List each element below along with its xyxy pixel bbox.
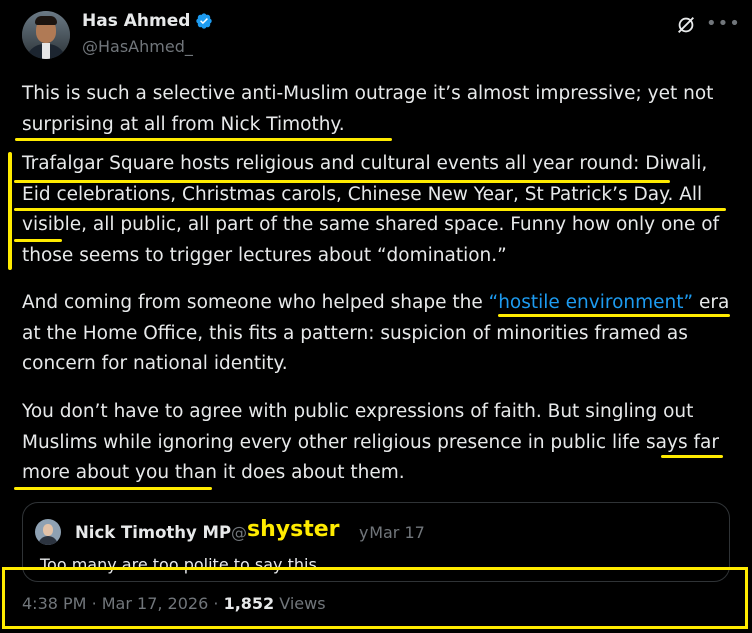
- quoted-author-name: Nick Timothy MP: [75, 523, 232, 542]
- more-icon[interactable]: •••: [706, 13, 741, 34]
- highlight-underline: [14, 487, 212, 490]
- tweet-paragraph-1: This is such a selective anti-Muslim out…: [22, 79, 737, 140]
- tweet-text: And coming from someone who helped shape…: [22, 292, 489, 313]
- hostile-environment-link[interactable]: “hostile environment”: [489, 292, 693, 313]
- tweet-paragraph-4: You don’t have to agree with public expr…: [22, 397, 737, 489]
- highlight-underline: [14, 180, 670, 183]
- author-name[interactable]: Has Ahmed: [82, 11, 190, 31]
- author-handle[interactable]: @HasAhmed_: [82, 37, 193, 56]
- highlight-bar: [8, 152, 12, 270]
- highlight-underline: [661, 455, 723, 458]
- tweet-text: This is such a selective anti-Muslim out…: [22, 83, 714, 135]
- highlight-underline: [14, 239, 62, 242]
- shyster-sticker: shyster: [247, 517, 340, 542]
- highlight-underline: [498, 314, 730, 317]
- author-avatar[interactable]: [22, 11, 70, 59]
- verified-badge-icon: [196, 13, 213, 29]
- author-name-row[interactable]: Has Ahmed: [82, 11, 213, 31]
- tweet-text: You don’t have to agree with public expr…: [22, 401, 719, 483]
- highlight-underline: [14, 208, 726, 211]
- quoted-author-avatar: [35, 519, 61, 545]
- grok-icon[interactable]: [675, 14, 697, 36]
- tweet-header: Has Ahmed @HasAhmed_ •••: [22, 11, 752, 61]
- quoted-date: · Mar 17: [359, 523, 425, 542]
- highlight-box: [2, 567, 748, 629]
- tweet-paragraph-3: And coming from someone who helped shape…: [22, 288, 737, 380]
- highlight-underline: [15, 138, 392, 141]
